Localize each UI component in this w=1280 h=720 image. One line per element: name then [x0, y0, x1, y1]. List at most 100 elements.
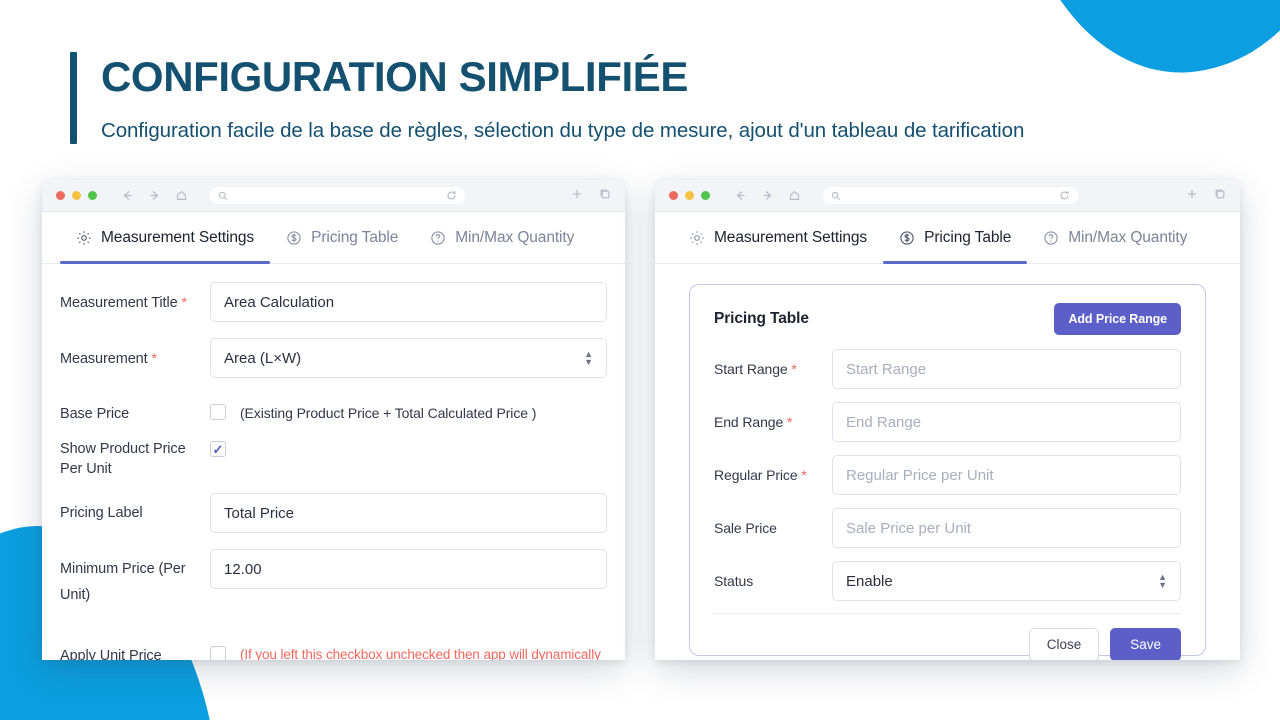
status-select-value: Enable — [846, 572, 893, 590]
tab-label: Pricing Table — [311, 228, 399, 246]
pricing-table-card: Pricing Table Add Price Range Start Rang… — [689, 284, 1206, 660]
pricing-table-panel: Pricing Table Add Price Range Start Rang… — [655, 264, 1240, 660]
hint-line-1: (If you left this checkbox unchecked the… — [240, 647, 601, 660]
forward-arrow-icon[interactable] — [148, 189, 161, 202]
dollar-circle-icon — [899, 230, 915, 246]
sale-price-input[interactable]: Sale Price per Unit — [832, 508, 1181, 548]
measurement-select-value: Area (L×W) — [224, 349, 302, 367]
gear-icon — [76, 230, 92, 246]
reload-icon[interactable] — [446, 190, 457, 201]
required-asterisk: * — [151, 350, 157, 366]
required-asterisk: * — [801, 467, 807, 483]
dollar-circle-icon — [286, 230, 302, 246]
stepper-arrows-icon: ▲ ▼ — [584, 349, 593, 367]
required-asterisk: * — [791, 361, 797, 377]
pricing-label-input[interactable]: Total Price — [210, 493, 607, 533]
measurement-title-input[interactable]: Area Calculation — [210, 282, 607, 322]
save-button[interactable]: Save — [1110, 628, 1181, 660]
minimum-price-input[interactable]: 12.00 — [210, 549, 607, 589]
minimize-window-dot[interactable] — [685, 191, 694, 200]
stepper-arrows-icon: ▲ ▼ — [1158, 572, 1167, 590]
status-select[interactable]: Enable ▲ ▼ — [832, 561, 1181, 601]
tab-pricing-table[interactable]: Pricing Table — [270, 212, 414, 263]
apply-unit-price-checkbox[interactable] — [210, 646, 226, 660]
maximize-window-dot[interactable] — [88, 191, 97, 200]
browser-chrome-right — [655, 180, 1240, 212]
copy-tabs-icon[interactable] — [1214, 187, 1226, 205]
forward-arrow-icon[interactable] — [761, 189, 774, 202]
card-footer: Close Save — [714, 614, 1181, 660]
end-range-input[interactable]: End Range — [832, 402, 1181, 442]
measurement-settings-form: Measurement Title * Area Calculation Mea… — [42, 264, 625, 660]
decorative-blob-top-right — [1013, 0, 1280, 84]
search-icon — [218, 191, 228, 201]
field-label: Status — [714, 573, 754, 589]
tab-label: Min/Max Quantity — [455, 228, 575, 246]
tab-min-max-quantity[interactable]: Min/Max Quantity — [1027, 212, 1203, 263]
tab-min-max-quantity[interactable]: Min/Max Quantity — [414, 212, 590, 263]
page-subtitle: Configuration facile de la base de règle… — [101, 119, 1025, 142]
search-icon — [831, 191, 841, 201]
field-label: Apply Unit Price — [60, 648, 162, 660]
window-controls[interactable] — [669, 191, 710, 200]
field-label: Measurement * — [60, 350, 157, 367]
field-measurement: Measurement * Area (L×W) ▲ ▼ — [60, 338, 607, 378]
tab-measurement-settings[interactable]: Measurement Settings — [673, 212, 883, 263]
tab-label: Measurement Settings — [101, 228, 255, 246]
minimize-window-dot[interactable] — [72, 191, 81, 200]
add-price-range-button[interactable]: Add Price Range — [1054, 303, 1181, 335]
tab-label: Measurement Settings — [714, 228, 868, 246]
home-icon[interactable] — [175, 189, 188, 202]
question-circle-icon — [1043, 230, 1059, 246]
gear-icon — [689, 230, 705, 246]
field-label: Show Product Price Per Unit — [60, 441, 186, 477]
close-button[interactable]: Close — [1028, 628, 1100, 660]
back-arrow-icon[interactable] — [121, 189, 134, 202]
window-controls[interactable] — [56, 191, 97, 200]
required-asterisk: * — [786, 414, 793, 430]
field-status: Status Enable ▲ ▼ — [714, 561, 1181, 601]
tab-measurement-settings[interactable]: Measurement Settings — [60, 212, 271, 264]
plus-icon[interactable] — [1186, 187, 1198, 205]
show-product-price-checkbox[interactable]: ✓ — [210, 441, 226, 457]
copy-tabs-icon[interactable] — [599, 187, 611, 205]
required-asterisk: * — [181, 294, 187, 310]
right-browser-window: Measurement Settings Pricing Table Min/M… — [655, 180, 1240, 660]
apply-unit-price-hint: (If you left this checkbox unchecked the… — [240, 644, 601, 660]
question-circle-icon — [430, 230, 446, 246]
field-end-range: End Range * End Range — [714, 402, 1181, 442]
measurement-select[interactable]: Area (L×W) ▲ ▼ — [210, 338, 607, 378]
card-title: Pricing Table — [714, 310, 809, 327]
field-label: Measurement Title * — [60, 294, 187, 311]
maximize-window-dot[interactable] — [701, 191, 710, 200]
left-tabbar: Measurement Settings Pricing Table Min/M… — [42, 212, 625, 264]
field-measurement-title: Measurement Title * Area Calculation — [60, 282, 607, 322]
checkmark-icon: ✓ — [212, 441, 224, 457]
field-start-range: Start Range * Start Range — [714, 349, 1181, 389]
regular-price-input[interactable]: Regular Price per Unit — [832, 455, 1181, 495]
field-label: Regular Price * — [714, 467, 807, 483]
field-pricing-label: Pricing Label Total Price — [60, 493, 607, 533]
field-regular-price: Regular Price * Regular Price per Unit — [714, 455, 1181, 495]
field-sale-price: Sale Price Sale Price per Unit — [714, 508, 1181, 548]
left-browser-window: Measurement Settings Pricing Table Min/M… — [42, 180, 625, 660]
right-tabbar: Measurement Settings Pricing Table Min/M… — [655, 212, 1240, 264]
browser-chrome-left — [42, 180, 625, 212]
hero-section: CONFIGURATION SIMPLIFIÉE Configuration f… — [70, 52, 1024, 144]
close-window-dot[interactable] — [56, 191, 65, 200]
address-bar[interactable] — [823, 187, 1078, 204]
base-price-checkbox[interactable] — [210, 404, 226, 420]
tab-label: Min/Max Quantity — [1068, 228, 1188, 246]
field-label: End Range * — [714, 414, 793, 430]
tab-pricing-table[interactable]: Pricing Table — [883, 212, 1028, 264]
card-header: Pricing Table Add Price Range — [714, 303, 1181, 335]
address-bar[interactable] — [210, 187, 465, 204]
plus-icon[interactable] — [571, 187, 583, 205]
reload-icon[interactable] — [1059, 190, 1070, 201]
tab-label: Pricing Table — [924, 228, 1012, 246]
start-range-input[interactable]: Start Range — [832, 349, 1181, 389]
back-arrow-icon[interactable] — [734, 189, 747, 202]
home-icon[interactable] — [788, 189, 801, 202]
close-window-dot[interactable] — [669, 191, 678, 200]
base-price-hint: (Existing Product Price + Total Calculat… — [240, 405, 537, 421]
